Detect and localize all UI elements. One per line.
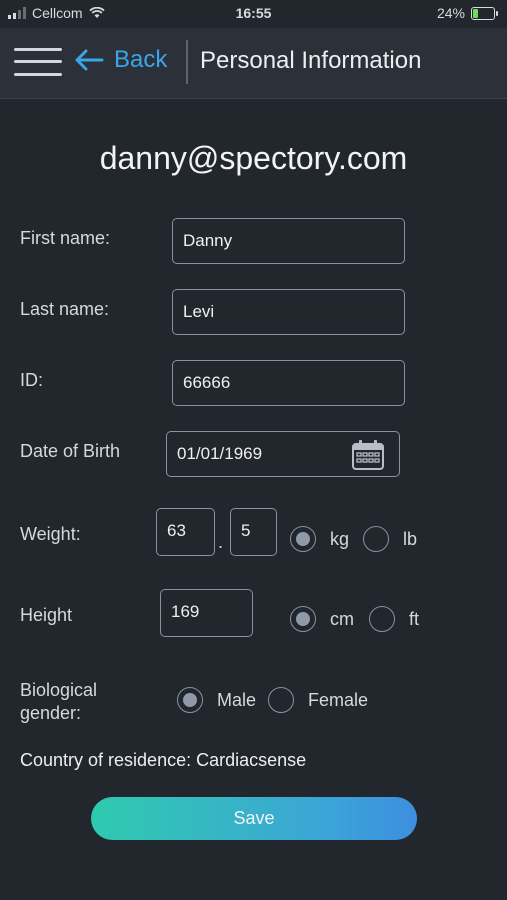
status-bar: Cellcom 16:55 24%	[0, 0, 507, 28]
user-email: danny@spectory.com	[99, 140, 408, 176]
radio-kg[interactable]	[290, 526, 316, 552]
ft-label: ft	[409, 608, 420, 629]
cm-label: cm	[330, 608, 354, 629]
country-of-residence: Country of residence: Cardiacsense	[20, 750, 307, 770]
menu-icon[interactable]	[14, 44, 62, 80]
back-label: Back	[114, 46, 168, 73]
id-label: ID:	[20, 370, 44, 390]
battery-icon	[471, 6, 498, 20]
radio-ft[interactable]	[369, 606, 395, 632]
radio-cm[interactable]	[290, 606, 316, 632]
last-name-label: Last name:	[20, 299, 110, 319]
save-button[interactable]: Save	[91, 797, 417, 840]
page-title: Personal Information	[200, 47, 422, 74]
calendar-icon[interactable]	[351, 439, 385, 471]
weight-label: Weight:	[20, 524, 81, 544]
status-right: 24%	[436, 5, 498, 21]
weight-whole-field[interactable]: 63	[156, 508, 215, 556]
radio-female[interactable]	[268, 687, 294, 713]
kg-label: kg	[330, 528, 350, 549]
header-bar: Back Personal Information	[0, 28, 507, 99]
height-unit-cm[interactable]: cm	[290, 606, 354, 632]
first-name-label: First name:	[20, 228, 111, 248]
radio-male[interactable]	[177, 687, 203, 713]
male-label: Male	[217, 689, 257, 710]
dob-field[interactable]: 01/01/1969	[166, 431, 400, 477]
gender-label-line2: gender:	[20, 703, 82, 723]
back-button[interactable]: Back	[74, 46, 167, 74]
radio-lb[interactable]	[363, 526, 389, 552]
status-time: 16:55	[235, 5, 272, 21]
height-unit-ft[interactable]: ft	[369, 606, 419, 632]
gender-female-option[interactable]: Female	[268, 687, 368, 713]
battery-percent: 24%	[436, 5, 465, 21]
gender-male-option[interactable]: Male	[177, 687, 256, 713]
last-name-field[interactable]: Levi	[172, 289, 405, 335]
female-label: Female	[308, 689, 369, 710]
arrow-left-icon	[75, 49, 104, 71]
dob-label: Date of Birth	[20, 441, 121, 461]
dob-value: 01/01/1969	[177, 444, 263, 463]
lb-label: lb	[403, 528, 418, 549]
height-field[interactable]: 169	[160, 589, 253, 637]
weight-unit-kg[interactable]: kg	[290, 526, 349, 552]
weight-decimal-separator: .	[218, 532, 224, 552]
weight-unit-lb[interactable]: lb	[363, 526, 417, 552]
gender-label: Biological gender:	[20, 679, 97, 725]
height-label: Height	[20, 605, 73, 625]
first-name-field[interactable]: Danny	[172, 218, 405, 264]
id-field[interactable]: 66666	[172, 360, 405, 406]
gender-label-line1: Biological	[20, 680, 98, 700]
header-divider	[186, 40, 188, 84]
weight-decimal-field[interactable]: 5	[230, 508, 277, 556]
